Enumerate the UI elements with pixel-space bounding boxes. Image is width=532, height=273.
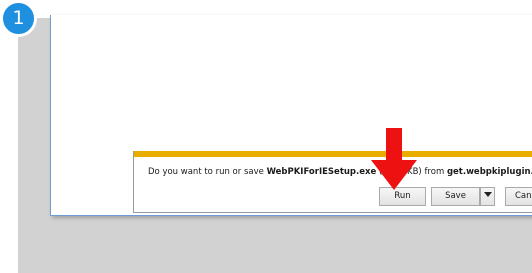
chevron-down-icon <box>483 192 492 197</box>
screenshot-canvas: Do you want to run or save WebPKIForIESe… <box>0 0 532 273</box>
download-prompt-message: Do you want to run or save WebPKIForIESe… <box>148 167 532 177</box>
save-button[interactable]: Save <box>431 187 480 206</box>
source-host: get.webpkiplugin.com <box>446 167 532 177</box>
save-options-dropdown-button[interactable] <box>480 187 495 206</box>
cancel-button[interactable]: Cancel <box>505 187 532 206</box>
message-prefix: Do you want to run or save <box>148 167 267 177</box>
message-suffix: om <box>430 167 447 177</box>
notification-accent-strip <box>134 151 532 157</box>
step-number-badge: 1 <box>0 0 37 37</box>
download-notification-bar: Do you want to run or save WebPKIForIESe… <box>133 151 532 213</box>
red-down-arrow-icon <box>371 128 417 190</box>
arrow-shape <box>371 128 417 190</box>
file-name: WebPKIForIESetup.exe <box>266 167 377 177</box>
